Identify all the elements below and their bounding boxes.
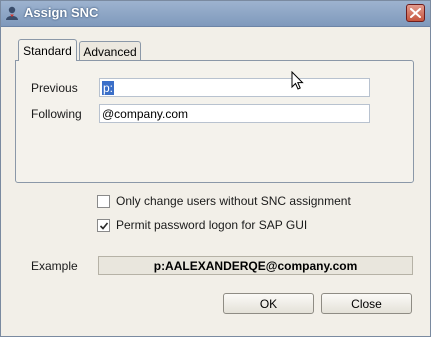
permit-password-label: Permit password logon for SAP GUI [116,218,308,232]
example-value: p:AALEXANDERQE@company.com [98,256,413,275]
previous-input[interactable]: p: [99,78,370,97]
title-bar: Assign SNC [1,1,430,27]
permit-password-option[interactable]: Permit password logon for SAP GUI [97,218,307,232]
only-change-option[interactable]: Only change users without SNC assignment [97,194,351,208]
mouse-pointer-icon [291,70,305,95]
previous-input-value: p: [102,80,115,95]
close-icon [410,8,421,18]
tab-standard[interactable]: Standard [18,39,77,61]
tab-advanced[interactable]: Advanced [79,41,141,61]
permit-password-checkbox[interactable] [97,218,110,232]
following-input[interactable]: @company.com [99,104,370,123]
checkmark-icon [99,221,109,230]
following-input-value: @company.com [102,106,188,121]
example-label: Example [31,259,78,273]
assign-snc-dialog: Assign SNC Standard Advanced Previous p:… [0,0,431,337]
sap-user-icon [4,5,20,21]
ok-button[interactable]: OK [223,293,314,314]
only-change-checkbox[interactable] [97,194,110,208]
close-window-button[interactable] [406,4,425,22]
previous-label: Previous [31,81,78,95]
window-title: Assign SNC [24,5,99,20]
following-label: Following [31,107,82,121]
only-change-label: Only change users without SNC assignment [116,194,351,208]
close-button[interactable]: Close [321,293,412,314]
